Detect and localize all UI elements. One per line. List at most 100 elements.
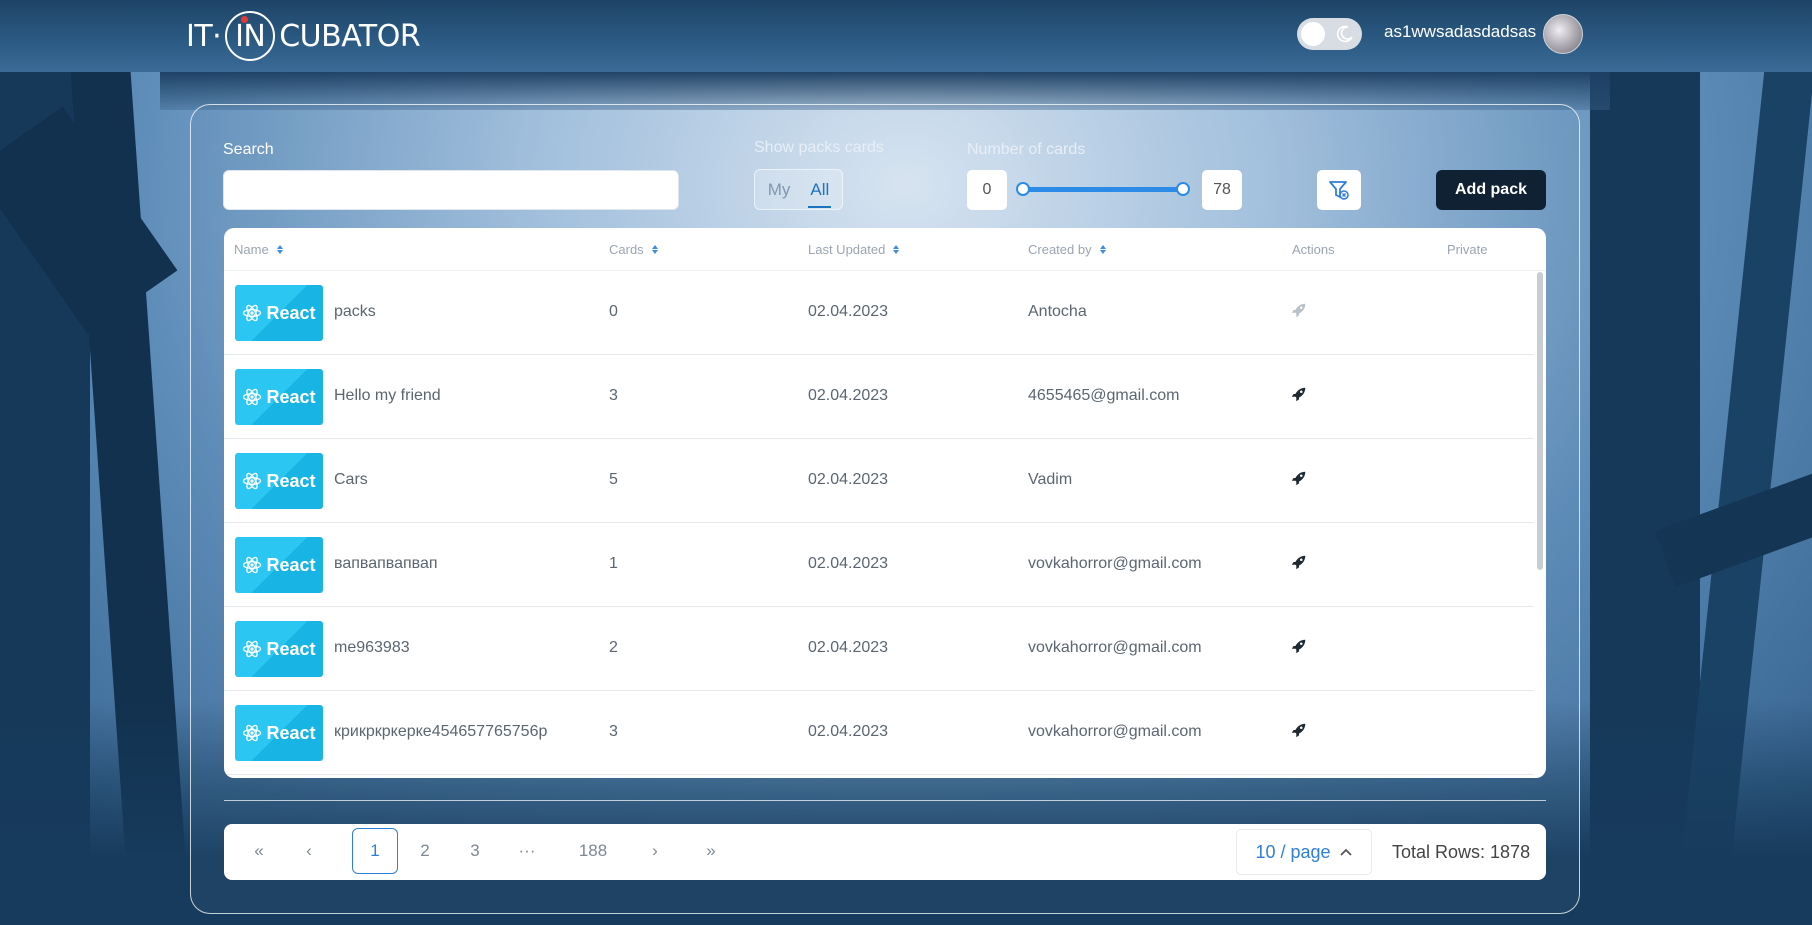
chevron-up-icon [1339,848,1352,856]
page-188-button[interactable]: 188 [564,828,622,874]
pack-name[interactable]: me963983 [334,639,410,657]
theme-toggle[interactable] [1297,18,1362,50]
pack-cards-count: 1 [609,555,618,572]
pack-created-by: Vadim [1028,471,1073,488]
first-page-button[interactable]: « [238,828,280,874]
page-2-button[interactable]: 2 [404,828,446,874]
avatar[interactable] [1543,14,1583,54]
table-row[interactable]: React Hello my friend 3 02.04.2023 4655465@g… [224,355,1534,439]
page-1-button[interactable]: 1 [352,828,398,874]
page-3-button[interactable]: 3 [454,828,496,874]
pack-cover-image: React [235,537,323,593]
toggle-knob [1301,22,1325,46]
pack-cover-text: React [266,470,316,491]
table-row[interactable]: React packs 0 02.04.2023 Antocha [224,271,1534,355]
pack-cover-text: React [266,638,316,659]
pack-cover-text: React [266,554,316,575]
min-cards-input[interactable]: 0 [967,170,1007,210]
toggle-my[interactable]: My [768,180,791,200]
table-header: Name Cards Last Updated Created by Actio… [224,228,1546,271]
prev-page-button[interactable]: ‹ [288,828,330,874]
pack-last-updated: 02.04.2023 [808,639,889,656]
username[interactable]: as1wwsadasdadsas [1384,22,1536,42]
top-header: IT· IN CUBATOR as1wwsadasdadsas [0,0,1812,72]
page-size-select[interactable]: 10 / page [1236,829,1372,875]
more-pages-button[interactable]: ··· [506,828,548,874]
column-cards[interactable]: Cards [609,242,658,257]
next-page-button[interactable]: › [634,828,676,874]
react-atom-icon [243,388,262,406]
total-rows: Total Rows: 1878 [1392,842,1531,862]
logo-text-left: IT· [186,18,222,54]
pack-last-updated: 02.04.2023 [808,555,889,572]
pack-created-by: 4655465@gmail.com [1028,387,1180,404]
react-atom-icon [243,724,262,742]
pack-name[interactable]: вапвапвапвап [334,555,438,573]
pack-created-by: Antocha [1028,303,1087,320]
react-atom-icon [243,304,262,322]
show-packs-label: Show packs cards [754,139,884,156]
reset-filter-button[interactable] [1317,170,1361,210]
table-row[interactable]: React вапвапвапвап 1 02.04.2023 vovkahorror@… [224,523,1534,607]
pack-last-updated: 02.04.2023 [808,387,889,404]
pack-cover-image: React [235,285,323,341]
rocket-icon[interactable] [1290,637,1308,655]
pack-cover-image: React [235,705,323,761]
column-actions: Actions [1292,242,1335,257]
table-row[interactable]: React Cars 5 02.04.2023 Vadim [224,439,1534,523]
show-packs-toggle: My All [754,169,843,210]
sort-arrows-icon [276,245,283,254]
add-pack-button[interactable]: Add pack [1436,170,1546,210]
pack-created-by: vovkahorror@gmail.com [1028,723,1202,740]
react-atom-icon [243,556,262,574]
pack-created-by: vovkahorror@gmail.com [1028,639,1202,656]
pack-cover-image: React [235,453,323,509]
logo-text-circle: IN [235,18,266,54]
search-label: Search [223,141,274,158]
column-created-by[interactable]: Created by [1028,242,1106,257]
page-size-value: 10 / page [1255,841,1331,862]
column-name[interactable]: Name [234,242,283,257]
pack-cover-image: React [235,621,323,677]
toggle-all[interactable]: All [808,180,832,208]
rocket-icon[interactable] [1290,721,1308,739]
last-page-button[interactable]: » [690,828,732,874]
search-input[interactable] [223,170,679,210]
sort-arrows-icon [651,245,658,254]
rocket-icon[interactable] [1290,553,1308,571]
cards-range-slider[interactable] [1020,187,1186,192]
packs-table: Name Cards Last Updated Created by Actio… [224,228,1546,778]
pack-cards-count: 2 [609,639,618,656]
table-scrollbar[interactable] [1537,272,1543,570]
rocket-icon[interactable] [1290,469,1308,487]
slider-max-handle[interactable] [1176,182,1190,196]
pack-cards-count: 3 [609,387,618,404]
pack-cover-text: React [266,302,316,323]
rocket-icon[interactable] [1290,385,1308,403]
pack-name[interactable]: крикркркерке454657765756р [334,723,547,741]
pack-cards-count: 3 [609,723,618,740]
pack-last-updated: 02.04.2023 [808,303,889,320]
pack-cover-text: React [266,722,316,743]
pack-name[interactable]: Hello my friend [334,387,441,405]
pagination-bar: « ‹ 1 2 3 ··· 188 › » 10 / page Total Ro… [224,824,1546,880]
max-cards-input[interactable]: 78 [1202,170,1242,210]
table-row[interactable]: React крикркркерке454657765756р 3 02.04.202… [224,691,1534,775]
react-atom-icon [243,472,262,490]
pack-name[interactable]: packs [334,303,376,321]
moon-icon [1336,25,1353,43]
slider-min-handle[interactable] [1016,182,1030,196]
logo-text-right: CUBATOR [279,18,421,54]
react-atom-icon [243,640,262,658]
pack-last-updated: 02.04.2023 [808,471,889,488]
pack-cover-image: React [235,369,323,425]
rocket-icon[interactable] [1290,301,1308,319]
column-private: Private [1447,242,1488,257]
sort-arrows-icon [1099,245,1106,254]
pack-created-by: vovkahorror@gmail.com [1028,555,1202,572]
table-row[interactable]: React me963983 2 02.04.2023 vovkahorror@gmai… [224,607,1534,691]
pack-cover-text: React [266,386,316,407]
pack-cards-count: 0 [609,303,618,320]
column-last-updated[interactable]: Last Updated [808,242,900,257]
pack-name[interactable]: Cars [334,471,368,489]
